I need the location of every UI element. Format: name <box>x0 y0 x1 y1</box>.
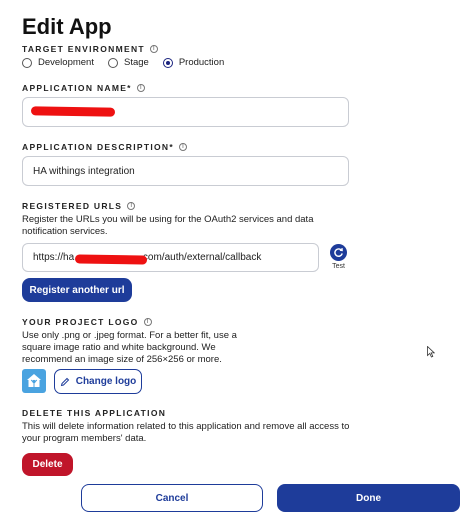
info-icon[interactable]: i <box>136 84 145 92</box>
info-icon[interactable]: i <box>143 318 152 326</box>
change-logo-label: Change logo <box>75 376 137 387</box>
radio-label: Production <box>178 57 225 68</box>
delete-section-label: DELETE THIS APPLICATION <box>22 408 166 418</box>
url-prefix: https://ha <box>33 252 75 263</box>
delete-section-description: This will delete information related to … <box>22 421 350 444</box>
app-logo-image <box>22 369 46 393</box>
app-description-value: HA withings integration <box>33 165 135 177</box>
radio-button-checked[interactable] <box>162 57 173 68</box>
radio-label: Stage <box>123 57 149 68</box>
radio-production[interactable]: Production <box>162 57 225 68</box>
radio-stage[interactable]: Stage <box>107 57 149 68</box>
app-description-label: APPLICATION DESCRIPTION* i <box>22 142 187 152</box>
registered-urls-label: REGISTERED URLS i <box>22 201 136 211</box>
app-name-label: APPLICATION NAME* i <box>22 83 145 93</box>
radio-development[interactable]: Development <box>22 57 94 68</box>
pencil-icon <box>60 377 69 386</box>
test-label: Test <box>332 263 345 270</box>
register-another-url-button[interactable]: Register another url <box>22 278 132 302</box>
project-logo-description: Use only .png or .jpeg format. For a bet… <box>22 330 237 365</box>
info-icon[interactable]: i <box>149 45 158 53</box>
done-button[interactable]: Done <box>277 484 460 512</box>
radio-button[interactable] <box>107 57 118 68</box>
mouse-cursor-icon <box>427 346 435 358</box>
refresh-icon[interactable] <box>330 244 347 261</box>
registered-urls-label-text: REGISTERED URLS <box>22 201 123 211</box>
registered-urls-description: Register the URLs you will be using for … <box>22 214 314 237</box>
radio-label: Development <box>38 57 94 68</box>
app-description-input[interactable]: HA withings integration <box>22 156 349 186</box>
redaction-mark <box>74 254 148 265</box>
home-logo-icon <box>27 374 41 387</box>
app-name-label-text: APPLICATION NAME* <box>22 83 132 93</box>
delete-section-label-text: DELETE THIS APPLICATION <box>22 408 167 418</box>
project-logo-label-text: YOUR PROJECT LOGO <box>22 317 139 327</box>
project-logo-label: YOUR PROJECT LOGO i <box>22 317 152 327</box>
environment-radio-group: Development Stage Production <box>22 57 238 68</box>
info-icon[interactable]: i <box>178 143 187 151</box>
redaction-mark <box>30 106 116 117</box>
url-suffix: .com/auth/external/callback <box>140 252 262 263</box>
delete-button[interactable]: Delete <box>22 453 73 476</box>
change-logo-button[interactable]: Change logo <box>54 369 142 394</box>
radio-button[interactable] <box>22 57 32 68</box>
environment-label-text: TARGET ENVIRONMENT <box>22 44 145 54</box>
cancel-button[interactable]: Cancel <box>81 484 263 512</box>
app-name-input[interactable] <box>22 97 349 127</box>
test-url-button[interactable]: Test <box>330 244 347 270</box>
environment-label: TARGET ENVIRONMENT i <box>22 44 158 54</box>
page-title: Edit App <box>22 14 112 39</box>
app-description-label-text: APPLICATION DESCRIPTION* <box>22 142 174 152</box>
info-icon[interactable]: i <box>127 202 136 210</box>
registered-url-input[interactable]: https://ha .com/auth/external/callback <box>22 243 319 272</box>
